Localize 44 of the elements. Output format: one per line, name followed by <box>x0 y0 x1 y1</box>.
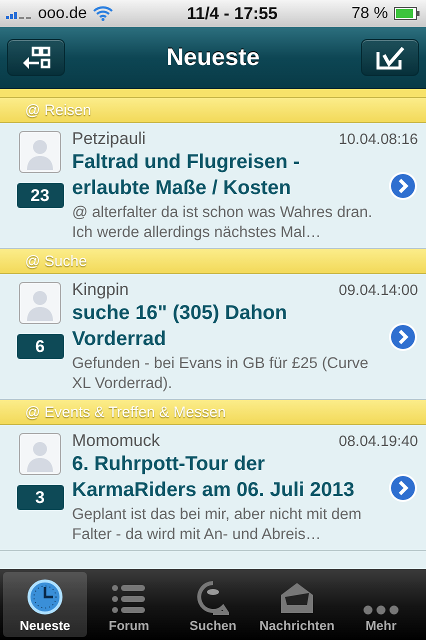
thread-title: Faltrad und Flugreisen - erlaubte Maße / Kosten <box>72 150 301 201</box>
thread-title: 6. Ruhrpott-Tour der KarmaRiders am 06. Juli 2013 <box>72 452 356 503</box>
tab-button[interactable]: Nachrichten <box>255 572 339 637</box>
battery-icon <box>394 7 420 20</box>
avatar-icon <box>19 282 61 324</box>
clock-icon <box>27 579 63 615</box>
reply-count: 23 <box>16 183 64 208</box>
screen-title: Neueste <box>166 44 260 72</box>
switch-button[interactable] <box>7 39 65 76</box>
envelope-icon <box>279 581 315 615</box>
tab-button[interactable]: Neueste <box>3 572 87 637</box>
battery-percent: 78 % <box>352 4 388 22</box>
mark-read-button[interactable] <box>361 39 419 76</box>
wifi-icon <box>92 6 113 21</box>
post-preview: Geplant ist das bei mir, aber nicht mit dem Falter - da wird mit An- und Abreis… <box>72 505 362 545</box>
carrier-name: ooo.de <box>38 4 87 22</box>
reply-count: 6 <box>16 334 64 359</box>
post-preview: @ alterfalter da ist schon was Wahres dran. Ich werde allerdings nächstes Mal… <box>72 203 374 243</box>
more-icon <box>363 605 399 615</box>
tab-button[interactable]: Suchen <box>171 572 255 637</box>
tab-button[interactable]: Forum <box>87 572 171 637</box>
post-date: 10.04.08:16 <box>338 131 418 148</box>
author-name: Kingpin <box>72 280 129 300</box>
post-date: 08.04.19:40 <box>338 433 418 450</box>
disclosure-icon[interactable] <box>388 473 418 503</box>
reply-count: 3 <box>16 485 64 510</box>
author-name: Momomuck <box>72 431 160 451</box>
checkbox-tick-icon <box>375 46 405 70</box>
section-header: @ Events & Treffen & Messen <box>0 400 426 425</box>
post-date: 09.04.14:00 <box>338 282 418 299</box>
post-preview: Gefunden - bei Evans in GB für £25 (Curve XL Vorderrad). <box>72 354 370 394</box>
thread-title: suche 16" (305) Dahon Vorderrad <box>72 301 288 352</box>
search-icon <box>197 581 229 615</box>
author-name: Petzipauli <box>72 129 146 149</box>
status-time: 11/4 - 17:55 <box>186 4 279 24</box>
tab-button[interactable]: Mehr <box>339 572 423 637</box>
avatar-icon <box>19 131 61 173</box>
disclosure-icon[interactable] <box>388 322 418 352</box>
switch-icon <box>21 46 51 70</box>
section-header: @ Reisen <box>0 98 426 123</box>
list-icon <box>111 583 147 615</box>
section-header: @ Suche <box>0 249 426 274</box>
avatar-icon <box>19 433 61 475</box>
disclosure-icon[interactable] <box>388 171 418 201</box>
